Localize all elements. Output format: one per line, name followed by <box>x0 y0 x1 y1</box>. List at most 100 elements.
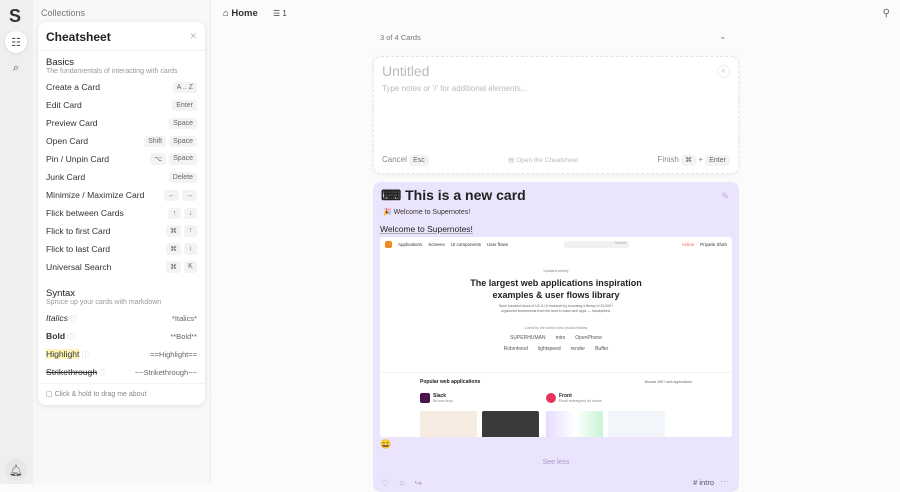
card[interactable]: ⌨ This is a new card ✎ 🎉 Welcome to Supe… <box>373 182 739 492</box>
shortcut-label: Edit Card <box>46 100 82 110</box>
chevron-down-icon[interactable]: ⌄ <box>719 31 727 42</box>
key: A .. Z <box>172 81 197 93</box>
brand-row: Robinhood lightspeed render Buffer <box>380 346 732 352</box>
syntax-list: Italics ⓘ *Italics* Bold ⓘ **Bold** Highligh… <box>46 309 197 381</box>
info-icon[interactable]: ⓘ <box>82 352 89 359</box>
shortcut-row: Pin / Unpin Card ⌥ Space <box>46 150 197 168</box>
drag-hint[interactable]: ▢ Click & hold to drag me about <box>38 383 205 405</box>
shortcut-row: Edit Card Enter <box>46 96 197 114</box>
shortcut-label: Minimize / Maximize Card <box>46 190 145 200</box>
top-bar: ⌂ Home ☰ 1 ⚲ <box>211 0 900 28</box>
key: Shift <box>144 135 167 147</box>
welcome-link[interactable]: Welcome to Supernotes! <box>380 224 473 234</box>
embed-action: Action <box>681 241 695 247</box>
key: ↓ <box>184 207 197 219</box>
collections-icon[interactable]: ☷ <box>5 31 27 53</box>
cmd-key: ⌘ <box>681 155 697 166</box>
cheatsheet-panel[interactable]: Cheatsheet ✕ Basics The fundamentals of … <box>38 22 205 405</box>
shortcut-keys: Delete <box>168 171 197 183</box>
shortcut-list: Create a Card A .. Z Edit Card Enter Preview… <box>46 78 197 276</box>
filter-button[interactable]: ☰ 1 <box>269 6 291 21</box>
open-cheatsheet-link[interactable]: ▤ Open the Cheatsheet <box>508 156 578 164</box>
search-icon[interactable]: ⌕ <box>5 57 27 79</box>
key: ⌘ <box>166 225 181 237</box>
tag-intro[interactable]: # intro <box>693 478 714 487</box>
info-icon[interactable]: ⓘ <box>100 370 107 377</box>
shortcut-row: Create a Card A .. Z <box>46 78 197 96</box>
app-desc: Email redesigned for teams <box>559 399 602 403</box>
info-icon[interactable]: ⓘ <box>70 316 77 323</box>
basics-heading: Basics <box>46 57 74 68</box>
cancel-button[interactable]: Cancel Esc <box>382 155 429 166</box>
shortcut-label: Universal Search <box>46 262 112 272</box>
syntax-row: Strikethrough ⓘ ~~Strikethrough~~ <box>46 363 197 381</box>
key: K <box>184 261 197 273</box>
embed-app: Front Email redesigned for teams <box>546 393 602 403</box>
enter-key: Enter <box>705 155 730 166</box>
reaction-emoji[interactable]: 😀 <box>380 439 391 450</box>
shortcut-label: Junk Card <box>46 172 86 182</box>
shortcut-keys: A .. Z <box>172 81 197 93</box>
finish-button[interactable]: Finish ⌘ + Enter <box>657 155 730 166</box>
brand-logo: OpenPhone <box>575 335 602 341</box>
syntax-example: **Bold** <box>170 331 197 341</box>
key: → <box>182 189 197 201</box>
shortcut-label: Create a Card <box>46 82 100 92</box>
brand-logo: SUPERHUMAN <box>510 335 546 341</box>
home-button[interactable]: ⌂ Home <box>219 5 262 22</box>
key: ⌥ <box>150 153 167 165</box>
key: Delete <box>168 171 197 183</box>
syntax-label: Italics <box>46 312 68 323</box>
bell-icon[interactable]: 🔔︎ <box>5 459 27 481</box>
syntax-label: Highlight <box>46 348 80 359</box>
brand-logo: Robinhood <box>503 346 528 352</box>
add-icon[interactable]: + <box>717 65 730 78</box>
title-input[interactable]: Untitled <box>382 63 429 79</box>
new-card-editor: Untitled Type notes or '/' for additiona… <box>373 56 739 174</box>
cheatsheet-title: Cheatsheet <box>38 22 205 51</box>
shortcut-keys: Shift Space <box>144 135 197 147</box>
thumbnail <box>420 411 477 437</box>
syntax-label: Bold <box>46 330 66 341</box>
syntax-row: Italics ⓘ *Italics* <box>46 309 197 327</box>
shortcut-row: Flick to last Card ⌘ ↓ <box>46 240 197 258</box>
shortcut-keys: Space <box>169 117 197 129</box>
edit-icon[interactable]: ✎ <box>721 191 729 202</box>
syntax-row: Bold ⓘ **Bold** <box>46 327 197 345</box>
key: Space <box>169 153 197 165</box>
syntax-label: Strikethrough <box>46 366 98 377</box>
more-icon[interactable]: ··· <box>720 476 729 486</box>
close-icon[interactable]: ✕ <box>189 31 197 42</box>
shortcut-label: Flick to first Card <box>46 226 111 236</box>
info-icon[interactable]: ⓘ <box>67 334 74 341</box>
key: ⌘ <box>166 243 181 255</box>
thumbnail <box>546 411 603 437</box>
embed-nav-item: User flows <box>487 241 509 247</box>
finish-label: Finish <box>657 155 679 164</box>
embed-nav-item: Screens <box>428 241 445 247</box>
shortcut-row: Flick between Cards ↑ ↓ <box>46 204 197 222</box>
shortcut-row: Open Card Shift Space <box>46 132 197 150</box>
shortcut-row: Preview Card Space <box>46 114 197 132</box>
shortcut-keys: ⌥ Space <box>150 153 197 165</box>
embed-nav-item: UI components <box>450 241 482 247</box>
shortcut-keys: ⌘ ↑ <box>166 225 197 237</box>
pin-icon[interactable]: ⚲ <box>883 8 890 19</box>
shortcut-keys: ⌘ K <box>166 261 197 273</box>
keyboard-icon: ⌨ <box>381 187 402 203</box>
open-cheatsheet-label: Open the Cheatsheet <box>516 156 579 164</box>
syntax-example: ~~Strikethrough~~ <box>134 367 197 377</box>
key: ↓ <box>184 243 197 255</box>
see-less-button[interactable]: See less <box>373 459 739 466</box>
embed-logo <box>385 240 392 248</box>
shortcut-row: Universal Search ⌘ K <box>46 258 197 276</box>
thumbnail <box>608 411 665 437</box>
app-desc: Be less busy <box>433 399 453 403</box>
thumbnail <box>482 411 539 437</box>
key: ↑ <box>168 207 181 219</box>
body-input[interactable]: Type notes or '/' for additional element… <box>382 84 527 93</box>
filter-count: 1 <box>282 9 287 18</box>
collections-title: Collections <box>41 8 86 18</box>
card-count: 3 of 4 Cards <box>380 33 421 42</box>
embed-nav-item: Applications <box>398 241 423 247</box>
